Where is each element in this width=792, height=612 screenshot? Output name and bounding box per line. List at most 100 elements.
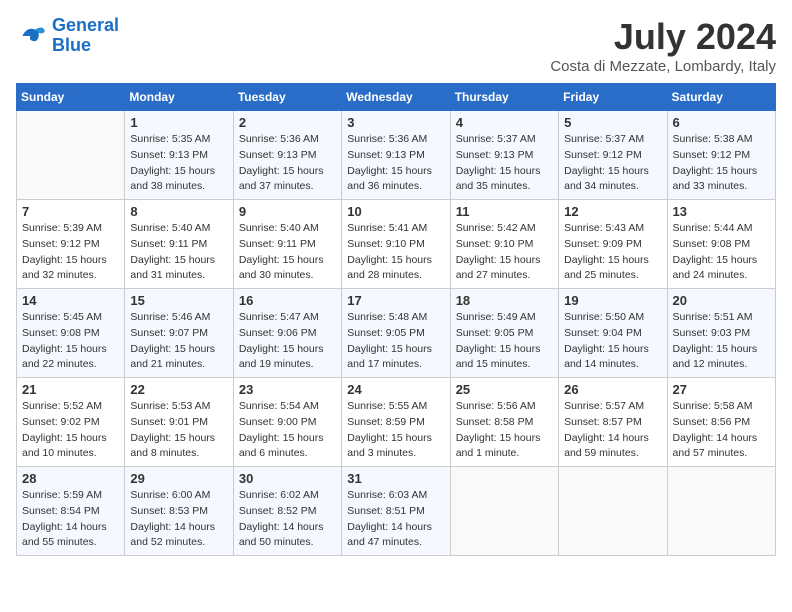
day-info: Sunrise: 5:38 AM Sunset: 9:12 PM Dayligh… (673, 132, 770, 195)
calendar-table: SundayMondayTuesdayWednesdayThursdayFrid… (16, 83, 776, 556)
day-info: Sunrise: 5:40 AM Sunset: 9:11 PM Dayligh… (130, 221, 227, 284)
day-info: Sunrise: 5:56 AM Sunset: 8:58 PM Dayligh… (456, 399, 553, 462)
day-info: Sunrise: 5:57 AM Sunset: 8:57 PM Dayligh… (564, 399, 661, 462)
calendar-cell: 14Sunrise: 5:45 AM Sunset: 9:08 PM Dayli… (17, 289, 125, 378)
week-row-1: 1 Sunrise: 5:35 AM Sunset: 9:13 PM Daylig… (17, 111, 776, 200)
day-info: Sunrise: 6:02 AM Sunset: 8:52 PM Dayligh… (239, 488, 336, 551)
calendar-cell (450, 467, 558, 556)
calendar-cell: 4 Sunrise: 5:37 AM Sunset: 9:13 PM Daylig… (450, 111, 558, 200)
calendar-cell: 2 Sunrise: 5:36 AM Sunset: 9:13 PM Daylig… (233, 111, 341, 200)
header-friday: Friday (559, 84, 667, 111)
calendar-cell: 23 Sunrise: 5:54 AM Sunset: 9:00 PM Dayli… (233, 378, 341, 467)
title-block: July 2024 Costa di Mezzate, Lombardy, It… (550, 16, 776, 75)
day-number: 26 (564, 382, 661, 397)
week-row-2: 7 Sunrise: 5:39 AM Sunset: 9:12 PM Daylig… (17, 200, 776, 289)
day-info: Sunrise: 5:47 AM Sunset: 9:06 PM Dayligh… (239, 310, 336, 373)
day-info: Sunrise: 5:55 AM Sunset: 8:59 PM Dayligh… (347, 399, 444, 462)
day-number: 1 (130, 115, 227, 130)
day-info: Sunrise: 5:49 AM Sunset: 9:05 PM Dayligh… (456, 310, 553, 373)
day-info: Sunrise: 5:50 AM Sunset: 9:04 PM Dayligh… (564, 310, 661, 373)
day-info: Sunrise: 5:43 AM Sunset: 9:09 PM Dayligh… (564, 221, 661, 284)
day-number: 10 (347, 204, 444, 219)
calendar-cell: 30 Sunrise: 6:02 AM Sunset: 8:52 PM Dayli… (233, 467, 341, 556)
week-row-3: 14Sunrise: 5:45 AM Sunset: 9:08 PM Dayli… (17, 289, 776, 378)
day-number: 5 (564, 115, 661, 130)
calendar-cell: 21 Sunrise: 5:52 AM Sunset: 9:02 PM Dayli… (17, 378, 125, 467)
day-number: 25 (456, 382, 553, 397)
day-info: Sunrise: 6:00 AM Sunset: 8:53 PM Dayligh… (130, 488, 227, 551)
calendar-cell: 24 Sunrise: 5:55 AM Sunset: 8:59 PM Dayli… (342, 378, 450, 467)
calendar-cell: 10 Sunrise: 5:41 AM Sunset: 9:10 PM Dayli… (342, 200, 450, 289)
day-number: 3 (347, 115, 444, 130)
logo-text-line2: Blue (52, 36, 119, 56)
calendar-cell: 15 Sunrise: 5:46 AM Sunset: 9:07 PM Dayli… (125, 289, 233, 378)
day-number: 7 (22, 204, 119, 219)
day-number: 8 (130, 204, 227, 219)
day-number: 2 (239, 115, 336, 130)
calendar-cell: 16 Sunrise: 5:47 AM Sunset: 9:06 PM Dayli… (233, 289, 341, 378)
day-info: Sunrise: 5:35 AM Sunset: 9:13 PM Dayligh… (130, 132, 227, 195)
day-number: 22 (130, 382, 227, 397)
calendar-cell: 17 Sunrise: 5:48 AM Sunset: 9:05 PM Dayli… (342, 289, 450, 378)
day-info: Sunrise: 5:36 AM Sunset: 9:13 PM Dayligh… (347, 132, 444, 195)
day-number: 21 (22, 382, 119, 397)
header-monday: Monday (125, 84, 233, 111)
day-number: 13 (673, 204, 770, 219)
calendar-cell: 25 Sunrise: 5:56 AM Sunset: 8:58 PM Dayli… (450, 378, 558, 467)
calendar-cell: 12Sunrise: 5:43 AM Sunset: 9:09 PM Dayli… (559, 200, 667, 289)
day-number: 23 (239, 382, 336, 397)
calendar-cell: 13 Sunrise: 5:44 AM Sunset: 9:08 PM Dayli… (667, 200, 775, 289)
day-number: 16 (239, 293, 336, 308)
calendar-cell: 18 Sunrise: 5:49 AM Sunset: 9:05 PM Dayli… (450, 289, 558, 378)
day-number: 11 (456, 204, 553, 219)
header-sunday: Sunday (17, 84, 125, 111)
day-number: 19 (564, 293, 661, 308)
logo: General Blue (16, 16, 119, 56)
day-number: 18 (456, 293, 553, 308)
day-number: 4 (456, 115, 553, 130)
day-info: Sunrise: 5:52 AM Sunset: 9:02 PM Dayligh… (22, 399, 119, 462)
day-info: Sunrise: 5:41 AM Sunset: 9:10 PM Dayligh… (347, 221, 444, 284)
calendar-cell (667, 467, 775, 556)
day-info: Sunrise: 5:54 AM Sunset: 9:00 PM Dayligh… (239, 399, 336, 462)
calendar-cell: 31Sunrise: 6:03 AM Sunset: 8:51 PM Dayli… (342, 467, 450, 556)
day-info: Sunrise: 5:40 AM Sunset: 9:11 PM Dayligh… (239, 221, 336, 284)
month-year-title: July 2024 (550, 16, 776, 58)
calendar-cell: 3 Sunrise: 5:36 AM Sunset: 9:13 PM Daylig… (342, 111, 450, 200)
calendar-cell: 1 Sunrise: 5:35 AM Sunset: 9:13 PM Daylig… (125, 111, 233, 200)
calendar-cell: 19 Sunrise: 5:50 AM Sunset: 9:04 PM Dayli… (559, 289, 667, 378)
header-tuesday: Tuesday (233, 84, 341, 111)
day-info: Sunrise: 5:37 AM Sunset: 9:12 PM Dayligh… (564, 132, 661, 195)
day-info: Sunrise: 5:36 AM Sunset: 9:13 PM Dayligh… (239, 132, 336, 195)
location-subtitle: Costa di Mezzate, Lombardy, Italy (550, 58, 776, 75)
day-number: 9 (239, 204, 336, 219)
calendar-cell: 6 Sunrise: 5:38 AM Sunset: 9:12 PM Daylig… (667, 111, 775, 200)
day-number: 24 (347, 382, 444, 397)
day-number: 27 (673, 382, 770, 397)
day-info: Sunrise: 5:51 AM Sunset: 9:03 PM Dayligh… (673, 310, 770, 373)
calendar-cell: 5 Sunrise: 5:37 AM Sunset: 9:12 PM Daylig… (559, 111, 667, 200)
header-wednesday: Wednesday (342, 84, 450, 111)
calendar-cell (17, 111, 125, 200)
week-row-4: 21 Sunrise: 5:52 AM Sunset: 9:02 PM Dayli… (17, 378, 776, 467)
day-info: Sunrise: 5:48 AM Sunset: 9:05 PM Dayligh… (347, 310, 444, 373)
day-info: Sunrise: 5:37 AM Sunset: 9:13 PM Dayligh… (456, 132, 553, 195)
week-row-5: 28Sunrise: 5:59 AM Sunset: 8:54 PM Dayli… (17, 467, 776, 556)
calendar-cell: 20Sunrise: 5:51 AM Sunset: 9:03 PM Dayli… (667, 289, 775, 378)
day-info: Sunrise: 5:39 AM Sunset: 9:12 PM Dayligh… (22, 221, 119, 284)
day-info: Sunrise: 5:45 AM Sunset: 9:08 PM Dayligh… (22, 310, 119, 373)
header-saturday: Saturday (667, 84, 775, 111)
day-info: Sunrise: 6:03 AM Sunset: 8:51 PM Dayligh… (347, 488, 444, 551)
day-number: 17 (347, 293, 444, 308)
calendar-cell: 26 Sunrise: 5:57 AM Sunset: 8:57 PM Dayli… (559, 378, 667, 467)
day-info: Sunrise: 5:42 AM Sunset: 9:10 PM Dayligh… (456, 221, 553, 284)
logo-text-line1: General (52, 16, 119, 36)
day-info: Sunrise: 5:44 AM Sunset: 9:08 PM Dayligh… (673, 221, 770, 284)
day-number: 29 (130, 471, 227, 486)
day-number: 30 (239, 471, 336, 486)
day-number: 15 (130, 293, 227, 308)
day-info: Sunrise: 5:58 AM Sunset: 8:56 PM Dayligh… (673, 399, 770, 462)
calendar-cell (559, 467, 667, 556)
day-number: 6 (673, 115, 770, 130)
day-info: Sunrise: 5:46 AM Sunset: 9:07 PM Dayligh… (130, 310, 227, 373)
